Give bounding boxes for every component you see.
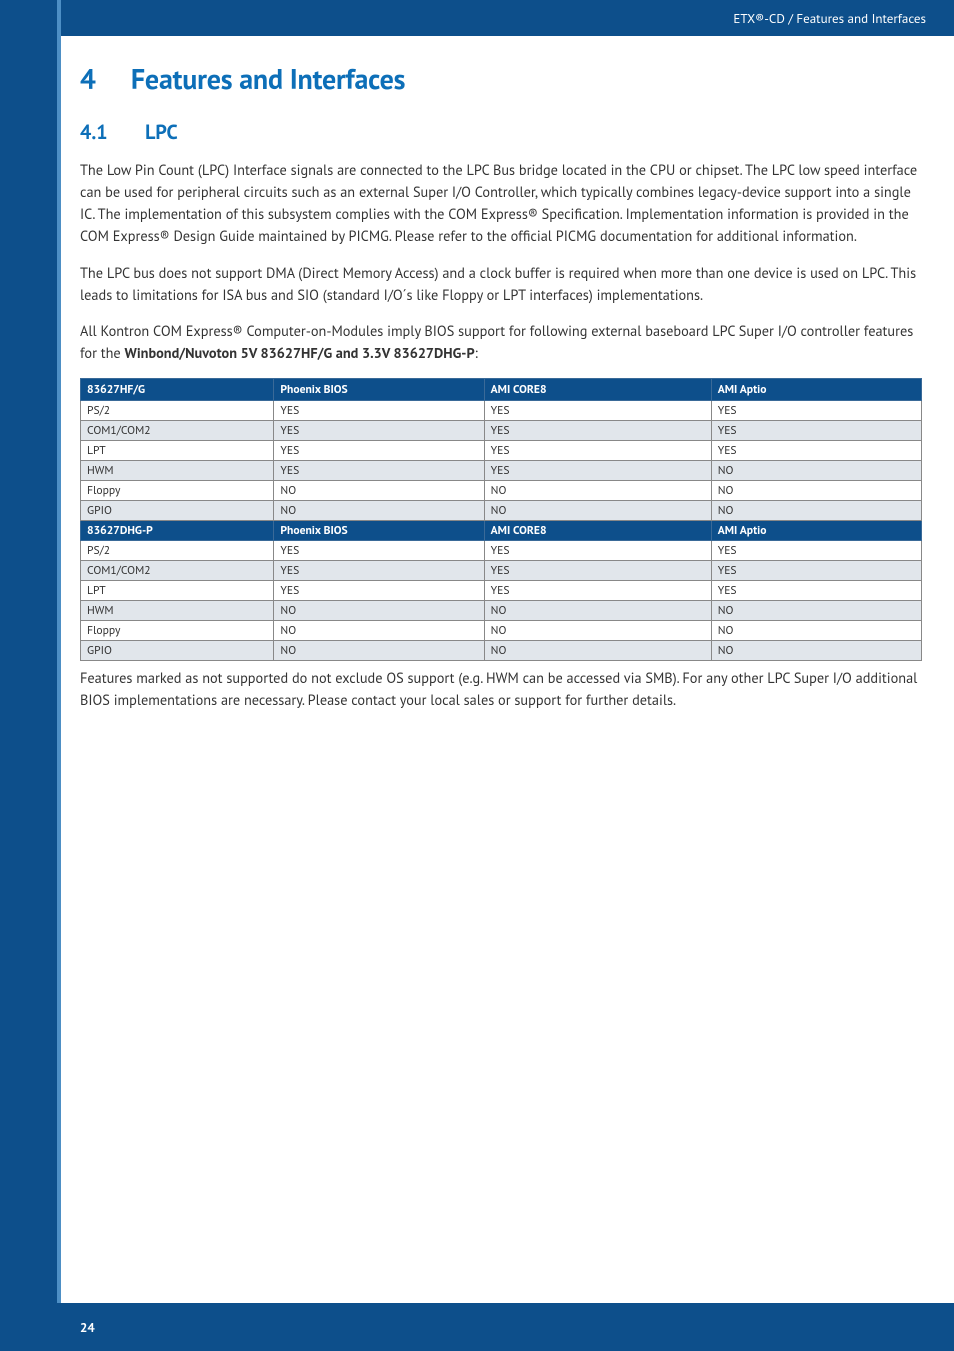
paragraph: All Kontron COM Express® Computer-on-Mod… — [80, 320, 922, 364]
cell: NO — [274, 501, 484, 521]
footer-bar: 24 — [0, 1303, 954, 1351]
col-header: 83627HF/G — [81, 379, 274, 401]
cell: NO — [484, 621, 711, 641]
cell: NO — [484, 501, 711, 521]
left-accent-bar — [0, 0, 60, 1351]
cell: YES — [274, 461, 484, 481]
table-row: HWMNONONO — [81, 601, 922, 621]
cell: NO — [711, 461, 921, 481]
cell: PS/2 — [81, 401, 274, 421]
paragraph: The LPC bus does not support DMA (Direct… — [80, 262, 922, 306]
col-header: AMI Aptio — [711, 521, 921, 541]
cell: YES — [711, 441, 921, 461]
cell: YES — [274, 541, 484, 561]
text: : — [475, 343, 478, 362]
table-header-row: 83627HF/G Phoenix BIOS AMI CORE8 AMI Apt… — [81, 379, 922, 401]
cell: YES — [484, 581, 711, 601]
cell: YES — [484, 441, 711, 461]
cell: GPIO — [81, 501, 274, 521]
cell: COM1/COM2 — [81, 421, 274, 441]
table-row: FloppyNONONO — [81, 481, 922, 501]
cell: NO — [274, 481, 484, 501]
cell: NO — [711, 641, 921, 661]
table-row: PS/2YESYESYES — [81, 401, 922, 421]
cell: NO — [274, 621, 484, 641]
cell: YES — [484, 401, 711, 421]
left-accent-light — [57, 0, 61, 1351]
col-header: 83627DHG-P — [81, 521, 274, 541]
cell: Floppy — [81, 481, 274, 501]
table-row: FloppyNONONO — [81, 621, 922, 641]
header-bar: ETX®-CD / Features and Interfaces — [61, 0, 954, 36]
col-header: AMI CORE8 — [484, 379, 711, 401]
col-header: AMI Aptio — [711, 379, 921, 401]
cell: YES — [274, 441, 484, 461]
cell: Floppy — [81, 621, 274, 641]
table-row: COM1/COM2YESYESYES — [81, 561, 922, 581]
paragraph: The Low Pin Count (LPC) Interface signal… — [80, 159, 922, 248]
section-heading: 4.1 LPC — [80, 119, 922, 145]
cell: YES — [274, 561, 484, 581]
table-row: LPTYESYESYES — [81, 581, 922, 601]
cell: NO — [274, 641, 484, 661]
cell: YES — [274, 421, 484, 441]
cell: YES — [711, 541, 921, 561]
table-row: GPIONONONO — [81, 641, 922, 661]
cell: YES — [711, 401, 921, 421]
cell: YES — [711, 581, 921, 601]
chapter-title: Features and Interfaces — [131, 60, 405, 97]
breadcrumb: ETX®-CD / Features and Interfaces — [733, 10, 926, 27]
cell: NO — [711, 481, 921, 501]
page-title: 4 Features and Interfaces — [80, 60, 922, 97]
col-header: AMI CORE8 — [484, 521, 711, 541]
table-row: COM1/COM2YESYESYES — [81, 421, 922, 441]
table-subheader-row: 83627DHG-P Phoenix BIOS AMI CORE8 AMI Ap… — [81, 521, 922, 541]
cell: NO — [274, 601, 484, 621]
cell: HWM — [81, 601, 274, 621]
section-number: 4.1 — [80, 119, 140, 145]
cell: YES — [274, 581, 484, 601]
paragraph: Features marked as not supported do not … — [80, 667, 922, 711]
cell: YES — [484, 421, 711, 441]
table-row: PS/2YESYESYES — [81, 541, 922, 561]
cell: YES — [484, 541, 711, 561]
cell: YES — [484, 561, 711, 581]
table-row: LPTYESYESYES — [81, 441, 922, 461]
cell: YES — [274, 401, 484, 421]
cell: NO — [711, 621, 921, 641]
cell: NO — [484, 601, 711, 621]
cell: PS/2 — [81, 541, 274, 561]
cell: YES — [711, 421, 921, 441]
cell: NO — [484, 481, 711, 501]
cell: YES — [484, 461, 711, 481]
cell: LPT — [81, 581, 274, 601]
table-row: HWMYESYESNO — [81, 461, 922, 481]
cell: YES — [711, 561, 921, 581]
cell: HWM — [81, 461, 274, 481]
cell: COM1/COM2 — [81, 561, 274, 581]
page-number: 24 — [80, 1319, 95, 1336]
col-header: Phoenix BIOS — [274, 379, 484, 401]
bold-text: Winbond/Nuvoton 5V 83627HF/G and 3.3V 83… — [125, 343, 475, 362]
section-title: LPC — [145, 119, 178, 145]
table-row: GPIONONONO — [81, 501, 922, 521]
cell: NO — [711, 501, 921, 521]
cell: NO — [484, 641, 711, 661]
cell: LPT — [81, 441, 274, 461]
cell: GPIO — [81, 641, 274, 661]
col-header: Phoenix BIOS — [274, 521, 484, 541]
chapter-number: 4 — [80, 60, 124, 97]
cell: NO — [711, 601, 921, 621]
lpc-support-table: 83627HF/G Phoenix BIOS AMI CORE8 AMI Apt… — [80, 378, 922, 661]
